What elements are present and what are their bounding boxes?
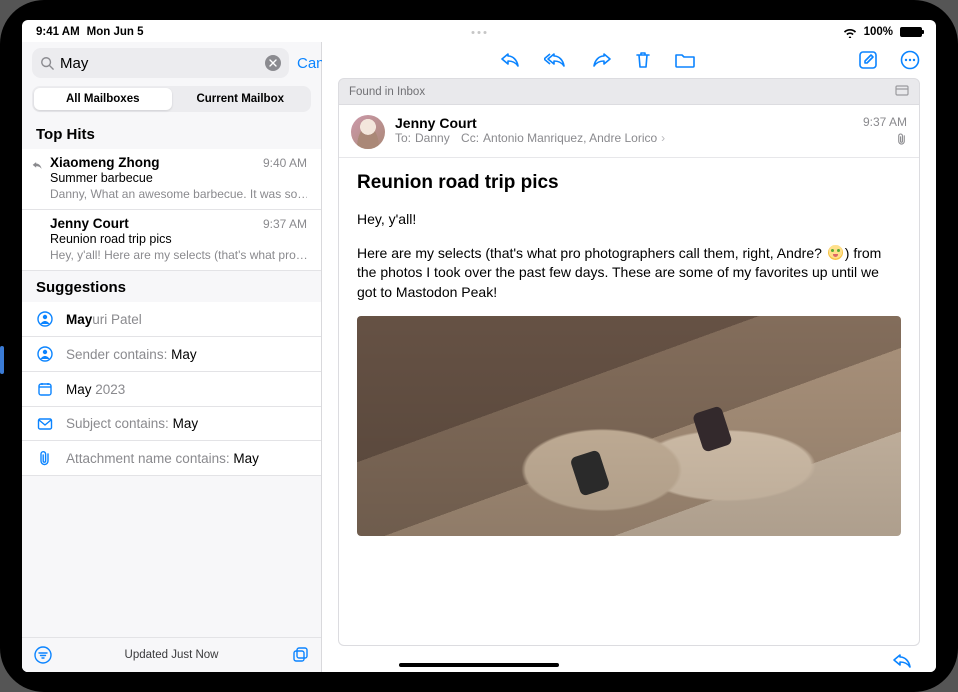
message-recipients[interactable]: To: Danny Cc: Antonio Manriquez, Andre L… — [395, 131, 853, 145]
suggestion-match: May — [66, 382, 92, 397]
search-input[interactable] — [54, 55, 265, 72]
suggestion-attachment[interactable]: Attachment name contains: May — [22, 441, 321, 476]
reply-button[interactable] — [500, 51, 522, 69]
message-time: 9:37 AM — [863, 115, 907, 129]
cc-label: Cc: — [461, 131, 479, 145]
found-in-banner: Found in Inbox — [338, 78, 920, 105]
suggestion-prefix: Subject contains: — [66, 416, 173, 431]
hit-time: 9:40 AM — [263, 156, 307, 170]
home-indicator[interactable] — [399, 663, 559, 667]
to-label: To: — [395, 131, 411, 145]
avatar[interactable] — [351, 115, 385, 149]
reply-all-button[interactable] — [544, 51, 568, 69]
segment-current-mailbox[interactable]: Current Mailbox — [172, 88, 310, 110]
hit-time: 9:37 AM — [263, 217, 307, 231]
banner-text: Found in Inbox — [349, 86, 425, 98]
hit-preview: Danny, What an awesome barbecue. It was … — [50, 187, 307, 201]
message-greeting: Hey, y'all! — [357, 210, 901, 230]
paperclip-icon — [863, 133, 907, 146]
filter-button[interactable] — [34, 646, 52, 664]
section-suggestions: Suggestions — [22, 271, 321, 302]
message-body[interactable]: Reunion road trip pics Hey, y'all! Here … — [339, 158, 919, 645]
compose-button[interactable] — [858, 50, 878, 70]
tongue-emoji-icon — [828, 245, 843, 260]
move-to-folder-button[interactable] — [674, 51, 696, 69]
cc-names: Antonio Manriquez, Andre Lorico — [483, 131, 657, 145]
suggestion-rest: 2023 — [92, 382, 126, 397]
hit-preview: Hey, y'all! Here are my selects (that's … — [50, 248, 307, 262]
trash-button[interactable] — [634, 50, 652, 70]
envelope-icon — [36, 417, 54, 431]
replied-icon — [32, 158, 43, 176]
sidebar: Cancel All Mailboxes Current Mailbox Top… — [22, 42, 322, 672]
suggestion-prefix: Attachment name contains: — [66, 451, 233, 466]
battery-icon — [900, 27, 922, 37]
hit-sender: Jenny Court — [50, 216, 129, 231]
message-toolbar — [322, 42, 936, 76]
suggestion-person[interactable]: Mayuri Patel — [22, 302, 321, 337]
message-from[interactable]: Jenny Court — [395, 115, 853, 131]
to-name: Danny — [415, 131, 450, 145]
suggestion-prefix: Sender contains: — [66, 347, 171, 362]
message-pane: Found in Inbox Jenny Court To: Danny C — [322, 42, 936, 672]
top-hit-item[interactable]: Xiaomeng Zhong 9:40 AM Summer barbecue Da… — [22, 149, 321, 210]
suggestion-match: May — [171, 347, 197, 362]
message-subject: Reunion road trip pics — [357, 172, 901, 194]
attached-photo[interactable] — [357, 316, 901, 536]
calendar-icon — [36, 381, 54, 397]
hit-sender: Xiaomeng Zhong — [50, 155, 160, 170]
hit-subject: Reunion road trip pics — [50, 232, 307, 246]
mailbox-icon — [895, 84, 909, 99]
new-window-button[interactable] — [291, 646, 309, 664]
section-top-hits: Top Hits — [22, 118, 321, 149]
hit-subject: Summer barbecue — [50, 171, 307, 185]
chevron-right-icon: › — [661, 131, 665, 145]
person-icon — [36, 311, 54, 327]
scope-segmented: All Mailboxes Current Mailbox — [32, 86, 311, 112]
top-hit-item[interactable]: Jenny Court 9:37 AM Reunion road trip pic… — [22, 210, 321, 271]
suggestion-subject[interactable]: Subject contains: May — [22, 407, 321, 441]
suggestion-sender[interactable]: Sender contains: May — [22, 337, 321, 372]
suggestion-rest: uri Patel — [92, 312, 142, 327]
status-date: Mon Jun 5 — [87, 26, 144, 38]
battery-percent: 100% — [864, 26, 893, 38]
suggestion-match: May — [173, 416, 199, 431]
suggestion-match: May — [66, 312, 92, 327]
close-icon — [269, 59, 277, 67]
sync-status: Updated Just Now — [125, 649, 219, 661]
suggestion-match: May — [233, 451, 259, 466]
search-icon — [40, 56, 54, 70]
paperclip-icon — [36, 450, 54, 466]
status-time: 9:41 AM — [36, 26, 80, 38]
clear-search-button[interactable] — [265, 55, 281, 71]
more-button[interactable] — [900, 50, 920, 70]
message-paragraph: Here are my selects (that's what pro pho… — [357, 244, 901, 303]
segment-all-mailboxes[interactable]: All Mailboxes — [34, 88, 172, 110]
message-header: Jenny Court To: Danny Cc: Antonio Manriq… — [339, 105, 919, 158]
wifi-icon — [843, 27, 857, 38]
suggestion-date[interactable]: May 2023 — [22, 372, 321, 407]
multitask-dots[interactable] — [472, 31, 487, 34]
search-field[interactable] — [32, 48, 289, 78]
reply-footer-button[interactable] — [892, 652, 914, 670]
person-icon — [36, 346, 54, 362]
forward-button[interactable] — [590, 51, 612, 69]
status-bar: 9:41 AM Mon Jun 5 100% — [22, 20, 936, 42]
